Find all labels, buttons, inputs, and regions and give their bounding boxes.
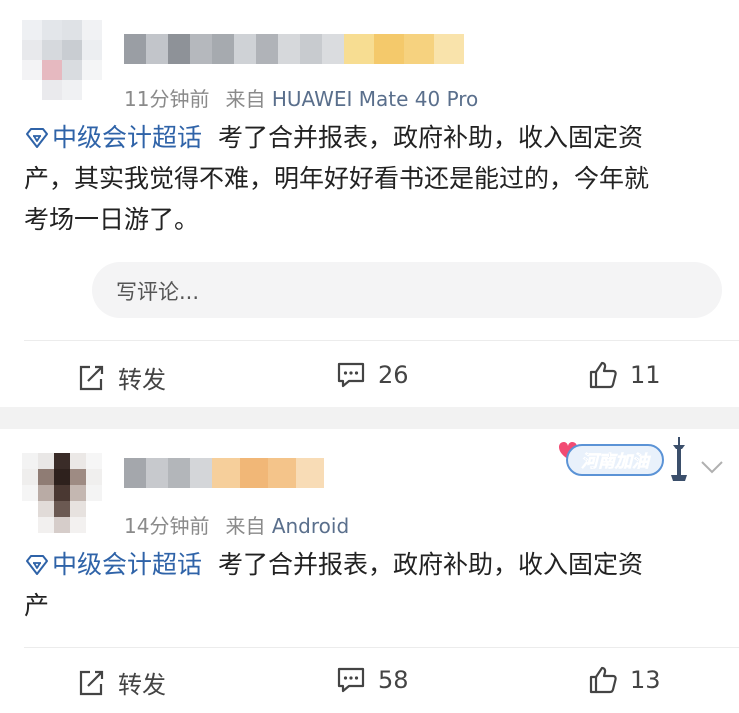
- divider: [24, 340, 739, 341]
- comment-input[interactable]: 写评论...: [92, 262, 722, 318]
- topic-link[interactable]: 中级会计超话: [24, 550, 202, 579]
- post-source[interactable]: Android: [272, 514, 349, 538]
- like-count: 11: [630, 361, 661, 389]
- comment-button[interactable]: 58: [336, 665, 409, 695]
- post-text-line: 考场一日游了。: [24, 205, 200, 234]
- repost-icon: [79, 670, 104, 695]
- like-icon: [589, 361, 617, 389]
- topic-label: 中级会计超话: [52, 550, 203, 579]
- henan-badge: 河南加油: [559, 437, 687, 481]
- avatar[interactable]: [22, 453, 102, 533]
- divider: [24, 647, 739, 648]
- post-time: 14分钟前: [124, 514, 210, 538]
- post-text-line: 考了合并报表，政府补助，收入固定资: [217, 550, 643, 579]
- post-text-line: 产: [24, 591, 50, 620]
- comment-count: 58: [378, 666, 409, 694]
- post-text-line: 产，其实我觉得不难，明年好好看书还是能过的，今年就: [24, 164, 650, 193]
- like-button[interactable]: 13: [588, 665, 661, 695]
- like-button[interactable]: 11: [588, 360, 661, 390]
- repost-label: 转发: [118, 671, 166, 699]
- comment-button[interactable]: 26: [336, 360, 409, 390]
- repost-label: 转发: [118, 366, 166, 394]
- like-icon: [589, 666, 617, 694]
- badge-label: 河南加油: [581, 452, 651, 472]
- topic-diamond-icon: [26, 128, 48, 148]
- post-meta: 14分钟前 来自 Android: [124, 510, 349, 539]
- post-separator: [0, 407, 739, 429]
- post-text-line: 考了合并报表，政府补助，收入固定资: [217, 123, 643, 152]
- comment-placeholder: 写评论...: [116, 280, 200, 304]
- repost-button[interactable]: 转发: [76, 360, 166, 395]
- chevron-down-icon[interactable]: [700, 460, 724, 474]
- source-prefix: 来自: [225, 514, 266, 538]
- topic-diamond-icon: [26, 555, 48, 575]
- post-time: 11分钟前: [124, 87, 210, 111]
- repost-icon: [79, 365, 104, 390]
- comment-count: 26: [378, 361, 409, 389]
- avatar[interactable]: [22, 20, 102, 100]
- username-blurred[interactable]: [124, 458, 324, 488]
- like-count: 13: [630, 666, 661, 694]
- username-blurred[interactable]: [124, 34, 464, 64]
- post-text: 中级会计超话 考了合并报表，政府补助，收入固定资 产，其实我觉得不难，明年好好看…: [24, 117, 724, 240]
- repost-button[interactable]: 转发: [76, 665, 166, 700]
- post-source[interactable]: HUAWEI Mate 40 Pro: [272, 87, 478, 111]
- topic-link[interactable]: 中级会计超话: [24, 123, 202, 152]
- comment-icon: [337, 667, 365, 693]
- post-meta: 11分钟前 来自 HUAWEI Mate 40 Pro: [124, 83, 478, 112]
- comment-icon: [337, 362, 365, 388]
- tower-icon: [671, 437, 687, 481]
- weibo-post-1: 11分钟前 来自 HUAWEI Mate 40 Pro 中级会计超话 考了合并报表…: [0, 0, 739, 407]
- post-text: 中级会计超话 考了合并报表，政府补助，收入固定资 产: [24, 544, 724, 626]
- source-prefix: 来自: [225, 87, 266, 111]
- topic-label: 中级会计超话: [52, 123, 203, 152]
